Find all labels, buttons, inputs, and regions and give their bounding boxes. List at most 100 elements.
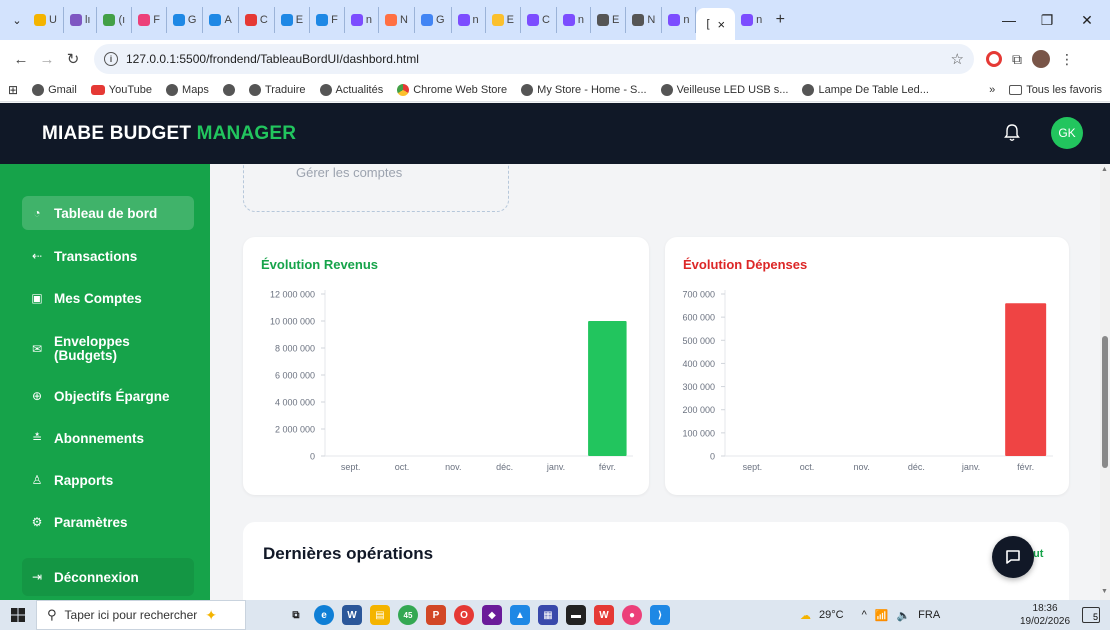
browser-tab[interactable]: E xyxy=(591,7,627,33)
network-icon[interactable]: 📶 xyxy=(875,609,889,622)
start-button[interactable] xyxy=(0,600,36,630)
opera-extension-icon[interactable] xyxy=(986,51,1002,67)
app-icon[interactable]: ◆ xyxy=(482,605,502,625)
language-indicator[interactable]: FRA xyxy=(918,609,940,621)
bookmark-label: Gmail xyxy=(48,83,77,96)
notification-center-icon[interactable]: 5 xyxy=(1082,607,1100,623)
reload-icon: ↻ xyxy=(66,51,80,68)
tab-search-button[interactable]: ⌄ xyxy=(6,9,28,31)
new-tab-button[interactable]: + xyxy=(768,8,792,32)
star-icon[interactable]: ☆ xyxy=(951,50,964,68)
apps-grid-icon[interactable]: ⊞ xyxy=(8,83,18,97)
bookmark-item[interactable]: Chrome Web Store xyxy=(397,83,507,96)
bookmarks-more-button[interactable]: » xyxy=(989,84,995,96)
file-explorer-icon[interactable]: ▤ xyxy=(370,605,390,625)
avatar[interactable]: GK xyxy=(1051,117,1083,149)
powerpoint-icon[interactable]: P xyxy=(426,605,446,625)
bookmark-item[interactable]: Lampe De Table Led... xyxy=(802,83,929,96)
back-button[interactable]: ← xyxy=(8,46,34,72)
chat-button[interactable] xyxy=(992,536,1034,578)
sidebar-item-tableau-de-bord[interactable]: ◔ Tableau de bord xyxy=(22,196,194,230)
browser-tab[interactable]: n xyxy=(452,7,486,33)
info-icon[interactable]: i xyxy=(104,52,118,66)
bookmark-item[interactable]: YouTube xyxy=(90,84,152,96)
forward-button[interactable]: → xyxy=(34,46,60,72)
bookmark-item[interactable]: Actualités xyxy=(319,83,383,96)
chart-bar xyxy=(1005,303,1047,456)
word-icon[interactable]: W xyxy=(342,605,362,625)
edge-icon[interactable]: e xyxy=(314,605,334,625)
browser-tab[interactable]: U xyxy=(28,7,64,33)
browser-tab[interactable]: E xyxy=(486,7,521,33)
opera-icon[interactable]: O xyxy=(454,605,474,625)
browser-tab[interactable]: n xyxy=(345,7,379,33)
bookmark-item[interactable]: Traduire xyxy=(248,83,306,96)
close-window-button[interactable]: ✕ xyxy=(1068,0,1106,40)
browser-tab[interactable]: G xyxy=(167,7,204,33)
volume-icon[interactable]: 🔈 xyxy=(896,609,910,622)
browser-tab[interactable]: (ı xyxy=(97,7,133,33)
browser-tab[interactable]: N xyxy=(379,7,415,33)
taskbar-search[interactable]: ⚲ Taper ici pour rechercher ✦ xyxy=(36,600,246,630)
all-bookmarks-button[interactable]: Tous les favoris xyxy=(1009,84,1102,96)
browser-tab[interactable]: n xyxy=(662,7,697,33)
sidebar-item-rapports[interactable]: ♙ Rapports xyxy=(22,470,194,490)
main-content: Gérer les comptes Évolution Revenus 02 0… xyxy=(210,164,1100,600)
bookmark-item[interactable] xyxy=(222,83,235,96)
chrome-profile-icon[interactable]: ● xyxy=(622,605,642,625)
chevron-up-icon[interactable]: ^ xyxy=(862,609,867,621)
browser-tab[interactable]: G xyxy=(415,7,452,33)
minimize-icon: — xyxy=(1002,12,1016,28)
reload-button[interactable]: ↻ xyxy=(60,46,86,72)
scroll-down-icon[interactable]: ▼ xyxy=(1101,588,1108,595)
bookmark-item[interactable]: Gmail xyxy=(32,83,77,96)
sidebar-item-abonnements[interactable]: ≛ Abonnements xyxy=(22,428,194,448)
view-all-link[interactable]: ut xyxy=(1033,548,1043,560)
bookmark-item[interactable]: My Store - Home - S... xyxy=(521,83,647,96)
vscode-icon[interactable]: ⟩ xyxy=(650,605,670,625)
weather-temp[interactable]: 29°C xyxy=(819,609,844,621)
browser-tab[interactable]: n xyxy=(557,7,592,33)
logout-button[interactable]: ⇥ Déconnexion xyxy=(22,558,194,596)
task-view-icon[interactable]: ⧉ xyxy=(286,605,306,625)
y-tick-label: 600 000 xyxy=(682,313,715,323)
expense-chart: 0 100 000 200 000 300 000 400 000 500 000 600 … xyxy=(682,290,1053,472)
profile-icon[interactable] xyxy=(1032,50,1050,68)
close-icon[interactable]: × xyxy=(718,17,726,32)
browser-tab[interactable]: F xyxy=(132,7,167,33)
browser-tab[interactable]: F xyxy=(310,7,345,33)
manage-accounts-label: Gérer les comptes xyxy=(296,165,403,180)
bell-icon[interactable] xyxy=(1004,123,1020,143)
sidebar-item-transactions[interactable]: ⇠ Transactions xyxy=(22,246,194,266)
extensions-icon[interactable]: ⧉ xyxy=(1012,51,1022,68)
sidebar-item-parametres[interactable]: ⚙ Paramètres xyxy=(22,512,194,532)
browser-tab-extra[interactable]: n xyxy=(735,7,768,33)
sidebar-item-objectifs-epargne[interactable]: ⊕ Objectifs Épargne xyxy=(22,386,194,406)
tab-label: U xyxy=(49,14,57,26)
minimize-button[interactable]: — xyxy=(990,0,1028,40)
sidebar-item-mes-comptes[interactable]: ▣ Mes Comptes xyxy=(22,288,194,308)
browser-tab[interactable]: C xyxy=(521,7,557,33)
browser-tab[interactable]: C xyxy=(239,7,275,33)
browser-tab[interactable]: A xyxy=(203,7,239,33)
browser-tab[interactable]: E xyxy=(275,7,311,33)
wps-icon[interactable]: W xyxy=(594,605,614,625)
store-icon[interactable]: ▦ xyxy=(538,605,558,625)
manage-accounts-card[interactable]: Gérer les comptes xyxy=(243,164,509,212)
bookmark-item[interactable]: Maps xyxy=(166,83,209,96)
scroll-up-icon[interactable]: ▲ xyxy=(1101,166,1108,173)
menu-kebab-icon[interactable]: ⋮ xyxy=(1060,51,1074,68)
taskbar-clock[interactable]: 18:36 19/02/2026 xyxy=(1020,602,1070,628)
scrollbar-thumb[interactable] xyxy=(1102,336,1108,468)
sidebar-item-enveloppes[interactable]: ✉ Enveloppes (Budgets) xyxy=(22,332,194,366)
maximize-button[interactable]: ❐ xyxy=(1028,0,1066,40)
browser-tab-active[interactable]: [ × xyxy=(696,8,736,40)
address-bar[interactable]: i 127.0.0.1:5500/frondend/TableauBordUI/… xyxy=(94,44,974,74)
chrome-icon[interactable]: 45 xyxy=(398,605,418,625)
photos-icon[interactable]: ▲ xyxy=(510,605,530,625)
bookmark-item[interactable]: Veilleuse LED USB s... xyxy=(660,83,788,96)
browser-tab[interactable]: N xyxy=(626,7,663,33)
page-scrollbar[interactable]: ▲ ▼ xyxy=(1100,164,1110,600)
terminal-icon[interactable]: ▬ xyxy=(566,605,586,625)
browser-tab[interactable]: lı xyxy=(64,7,98,33)
